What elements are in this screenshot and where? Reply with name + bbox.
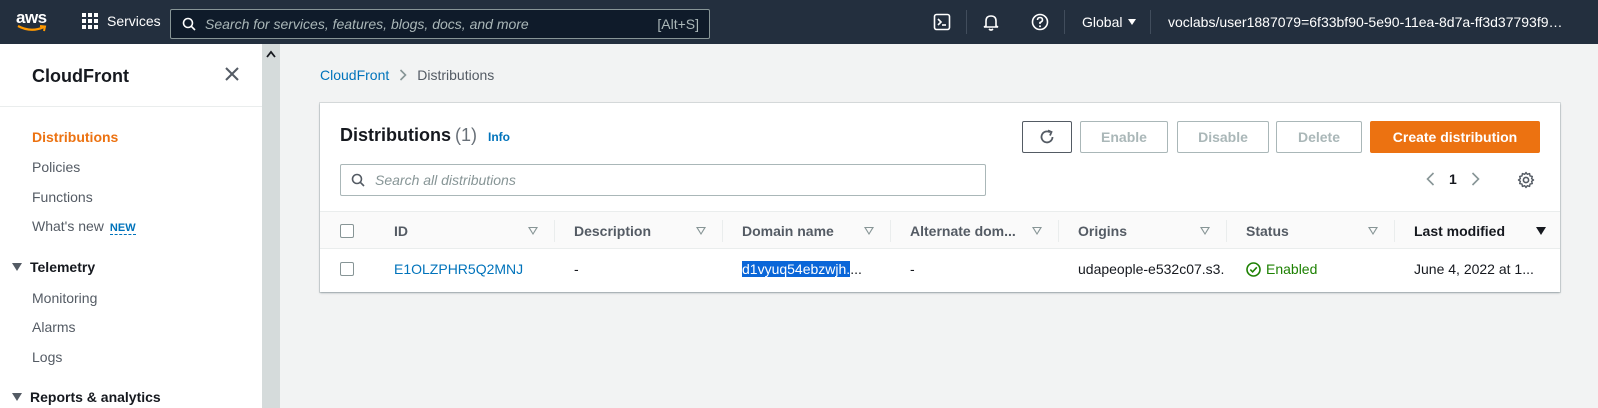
sidebar-scrollbar[interactable]	[262, 44, 280, 408]
cloudshell-icon[interactable]	[932, 12, 952, 32]
panel-title: Distributions (1)	[340, 125, 477, 146]
sidebar-section-reports[interactable]: Reports & analytics	[12, 389, 161, 405]
table-header: ID Description Domain name Alternate dom…	[320, 211, 1560, 249]
services-menu[interactable]: Services	[82, 13, 161, 29]
region-selector[interactable]: Global	[1082, 14, 1137, 30]
column-header-last-modified[interactable]: Last modified	[1414, 223, 1505, 239]
create-distribution-button[interactable]: Create distribution	[1370, 121, 1540, 153]
sidebar-divider	[0, 106, 262, 107]
new-badge: NEW	[109, 222, 136, 235]
filter-input[interactable]	[375, 172, 975, 188]
nav-divider	[1064, 10, 1065, 34]
table-row[interactable]: E1OLZPHR5Q2MNJ - d1vyuq54ebzwjh.... - ud…	[320, 249, 1560, 289]
cell-last-modified: June 4, 2022 at 1...	[1414, 261, 1534, 277]
cell-origins: udapeople-e532c07.s3.	[1078, 261, 1225, 277]
pagination: 1	[1426, 171, 1480, 187]
column-header-origins[interactable]: Origins	[1078, 223, 1127, 239]
distributions-panel: Distributions (1) Info Enable Disable Del…	[320, 103, 1560, 292]
column-resizer[interactable]	[890, 220, 891, 242]
global-search-input[interactable]	[205, 16, 625, 32]
select-all-checkbox[interactable]	[340, 224, 354, 238]
account-menu[interactable]: voclabs/user1887079=6f33bf90-5e90-11ea-8…	[1168, 14, 1570, 30]
aws-logo[interactable]: aws	[16, 9, 50, 35]
column-resizer[interactable]	[722, 220, 723, 242]
distribution-count: (1)	[455, 125, 477, 145]
delete-button[interactable]: Delete	[1276, 121, 1362, 153]
selected-text: d1vyuq54ebzwjh.	[742, 261, 851, 277]
info-link[interactable]: Info	[488, 130, 510, 144]
cell-description: -	[574, 261, 579, 277]
sidebar-item-policies[interactable]: Policies	[32, 159, 80, 175]
column-resizer[interactable]	[1058, 220, 1059, 242]
sidebar-item-distributions[interactable]: Distributions	[32, 129, 118, 145]
column-resizer[interactable]	[1226, 220, 1227, 242]
panel-title-text: Distributions	[340, 125, 451, 145]
distribution-id-link[interactable]: E1OLZPHR5Q2MNJ	[394, 261, 523, 277]
region-label: Global	[1082, 14, 1123, 30]
breadcrumb: CloudFront Distributions	[320, 67, 494, 83]
page-number[interactable]: 1	[1449, 171, 1457, 187]
refresh-icon	[1040, 129, 1054, 144]
truncation-ellipsis: ...	[850, 261, 862, 277]
sidebar-item-functions[interactable]: Functions	[32, 189, 93, 205]
caret-down-icon	[12, 263, 22, 271]
chevron-right-icon[interactable]	[1471, 172, 1480, 186]
help-icon[interactable]	[1030, 12, 1050, 32]
status-badge: Enabled	[1246, 261, 1317, 277]
bell-icon[interactable]	[981, 12, 1001, 32]
sidebar-item-label: What's new	[32, 218, 104, 234]
smile-icon	[17, 25, 47, 32]
sort-icon[interactable]	[696, 227, 706, 235]
column-header-domain-name[interactable]: Domain name	[742, 223, 834, 239]
services-label: Services	[107, 13, 161, 29]
column-resizer[interactable]	[1394, 220, 1395, 242]
sort-icon[interactable]	[864, 227, 874, 235]
sidebar-section-label: Reports & analytics	[30, 389, 161, 405]
column-header-id[interactable]: ID	[394, 223, 408, 239]
sidebar-section-label: Telemetry	[30, 259, 96, 275]
caret-down-icon	[1128, 19, 1137, 25]
chevron-right-icon	[400, 69, 407, 81]
sort-desc-icon[interactable]	[1536, 227, 1546, 235]
cell-domain-name[interactable]: d1vyuq54ebzwjh....	[742, 261, 862, 277]
sidebar-title: CloudFront	[32, 66, 129, 86]
column-resizer[interactable]	[554, 220, 555, 242]
cell-alternate-domain: -	[910, 261, 915, 277]
sidebar: CloudFront Distributions Policies Functi…	[0, 44, 262, 408]
top-nav: aws Services [Alt+S] Global voclabs/user…	[0, 0, 1598, 44]
gear-icon[interactable]	[1517, 171, 1535, 192]
nav-divider	[966, 10, 967, 34]
breadcrumb-current: Distributions	[417, 67, 495, 83]
refresh-button[interactable]	[1022, 121, 1072, 153]
row-checkbox[interactable]	[340, 262, 354, 276]
sidebar-section-telemetry[interactable]: Telemetry	[12, 259, 95, 275]
enable-button[interactable]: Enable	[1080, 121, 1168, 153]
sidebar-item-monitoring[interactable]: Monitoring	[32, 290, 97, 306]
global-search[interactable]: [Alt+S]	[170, 9, 710, 39]
sort-icon[interactable]	[1032, 227, 1042, 235]
sidebar-item-logs[interactable]: Logs	[32, 349, 62, 365]
column-header-status[interactable]: Status	[1246, 223, 1289, 239]
close-icon[interactable]	[224, 66, 240, 82]
filter-field[interactable]	[340, 164, 986, 196]
nav-divider	[1150, 10, 1151, 34]
sort-icon[interactable]	[1368, 227, 1378, 235]
disable-button[interactable]: Disable	[1177, 121, 1269, 153]
breadcrumb-cloudfront[interactable]: CloudFront	[320, 67, 389, 83]
sort-icon[interactable]	[1200, 227, 1210, 235]
column-header-description[interactable]: Description	[574, 223, 651, 239]
search-icon	[182, 17, 196, 31]
sort-icon[interactable]	[528, 227, 538, 235]
column-header-alternate-domain[interactable]: Alternate dom...	[910, 223, 1016, 239]
grid-icon	[82, 13, 98, 29]
search-shortcut: [Alt+S]	[657, 16, 699, 32]
chevron-up-icon[interactable]	[266, 50, 276, 58]
status-text: Enabled	[1266, 261, 1318, 277]
caret-down-icon	[12, 393, 22, 401]
sidebar-item-alarms[interactable]: Alarms	[32, 319, 76, 335]
search-icon	[351, 173, 365, 187]
check-circle-icon	[1246, 261, 1261, 277]
sidebar-item-whats-new[interactable]: What's new NEW	[32, 218, 136, 235]
chevron-left-icon[interactable]	[1426, 172, 1435, 186]
